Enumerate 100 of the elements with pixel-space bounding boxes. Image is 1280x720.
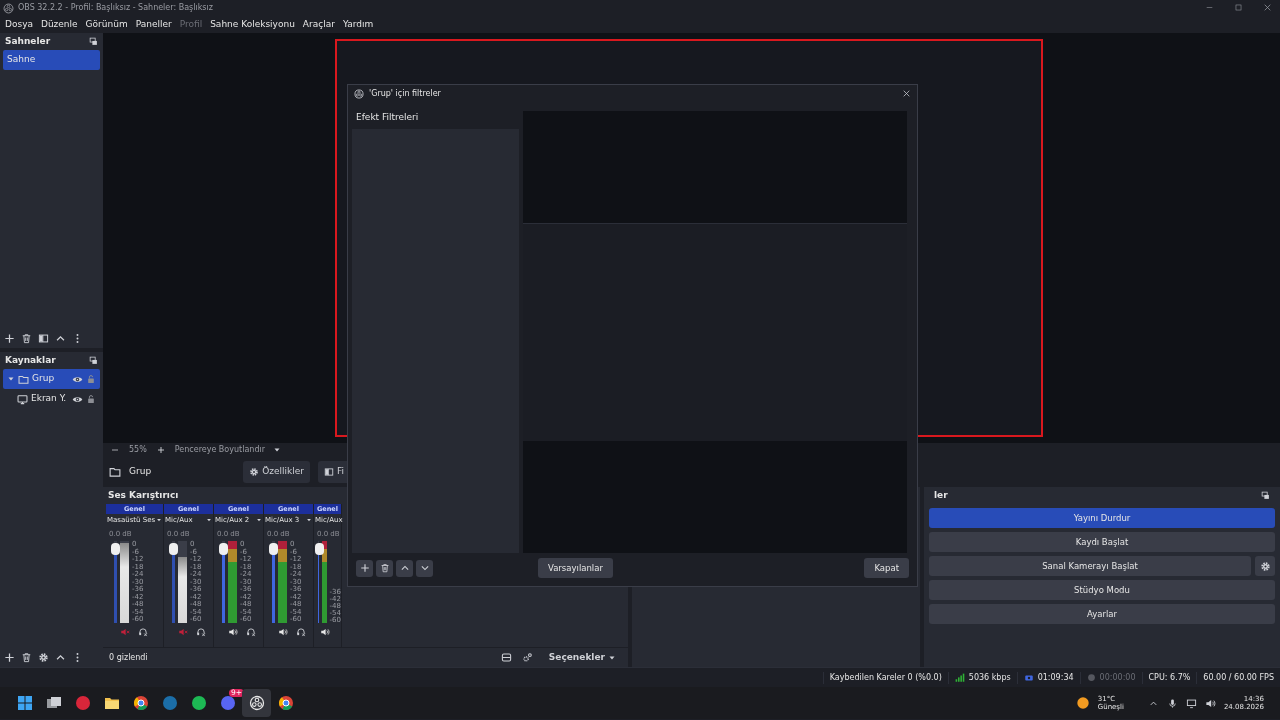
dropdown-icon xyxy=(306,517,312,524)
dropdown-icon xyxy=(273,446,281,454)
close-icon xyxy=(1263,3,1272,12)
muted-speaker-icon[interactable] xyxy=(120,627,130,637)
add-icon xyxy=(4,651,15,663)
control-button[interactable]: Sanal Kamerayı Başlat xyxy=(929,556,1251,576)
dropdown-icon xyxy=(206,517,212,524)
record-time: 00:00:00 xyxy=(1099,671,1136,684)
control-button[interactable]: Kaydı Başlat xyxy=(929,532,1275,552)
delete-icon xyxy=(21,651,32,663)
source-name: Grup xyxy=(32,372,56,386)
settings-button[interactable] xyxy=(1255,556,1275,576)
monitor-icon xyxy=(17,393,28,405)
record-icon xyxy=(1086,673,1096,682)
fader-handle[interactable] xyxy=(111,543,120,556)
menu-item[interactable]: Sahne Koleksiyonu xyxy=(210,17,295,32)
display-icon xyxy=(1185,697,1197,709)
sun-icon xyxy=(1075,696,1090,710)
close-icon xyxy=(902,89,911,98)
move-down-icon xyxy=(419,563,430,573)
app-icon xyxy=(161,695,178,711)
browser-icon xyxy=(132,695,149,711)
task-view-icon xyxy=(45,695,62,711)
menu-item[interactable]: Yardım xyxy=(342,17,374,32)
close-dialog-button[interactable]: Kapat xyxy=(864,558,909,578)
dropdown-icon xyxy=(156,517,163,524)
app-logo-icon xyxy=(3,2,14,14)
fit-dropdown[interactable]: Pencereye Boyutlandır xyxy=(174,444,281,456)
muted-speaker-icon[interactable] xyxy=(178,627,188,637)
window-title: OBS 32.2.2 - Profil: Başlıksız - Sahneler: Başlıksız xyxy=(18,2,213,14)
options-button[interactable]: Seçenekler xyxy=(542,649,622,666)
defaults-button[interactable]: Varsayılanlar xyxy=(538,558,613,578)
settings-icon xyxy=(38,651,49,663)
undock-icon xyxy=(1261,491,1270,500)
lock-icon xyxy=(86,394,96,404)
headphones-icon xyxy=(246,627,256,637)
delete-icon xyxy=(21,332,32,344)
add-icon xyxy=(359,563,370,573)
dock-title: Ses Karıştırıcı xyxy=(108,488,179,502)
speaker-icon[interactable] xyxy=(278,627,288,637)
settings-icon xyxy=(1259,560,1271,572)
music-app-icon xyxy=(190,695,207,711)
fader-handle[interactable] xyxy=(315,543,324,556)
undock-icon xyxy=(89,37,98,46)
hidden-count: 0 gizlendi xyxy=(109,651,148,664)
menu-item[interactable]: Düzenle xyxy=(40,17,78,32)
menu-item[interactable]: Görünüm xyxy=(85,17,128,32)
control-button[interactable]: Stüdyo Modu xyxy=(929,580,1275,600)
speaker-icon[interactable] xyxy=(320,627,330,637)
signal-bars-icon xyxy=(954,672,965,683)
delete-button[interactable] xyxy=(376,559,393,577)
folder-icon xyxy=(109,466,121,478)
source-item[interactable]: Grup xyxy=(3,369,100,389)
headphones-icon xyxy=(138,627,148,637)
fader-handle[interactable] xyxy=(169,543,178,556)
app-icon xyxy=(74,695,91,711)
move-up-button[interactable] xyxy=(396,559,413,577)
source-item[interactable]: Ekran Y. xyxy=(3,389,100,409)
filter-icon xyxy=(38,332,49,344)
add-button[interactable] xyxy=(356,559,373,577)
control-button[interactable]: Yayını Durdur xyxy=(929,508,1275,528)
scene-item[interactable]: Sahne xyxy=(3,50,100,70)
folder-icon xyxy=(103,695,120,711)
filter-icon xyxy=(323,467,334,477)
speaker-icon[interactable] xyxy=(228,627,238,637)
lock-icon xyxy=(86,374,96,384)
stream-time: 01:09:34 xyxy=(1037,671,1074,684)
undock-icon xyxy=(89,356,98,365)
dock-title: Kaynaklar xyxy=(5,353,56,367)
app-logo-icon xyxy=(354,89,364,99)
gear-icon xyxy=(249,467,260,477)
chat-app-icon xyxy=(219,695,236,711)
source-name: Grup xyxy=(129,465,152,479)
add-icon xyxy=(4,332,15,344)
control-button[interactable]: Ayarlar xyxy=(929,604,1275,624)
zoom-out-icon xyxy=(111,446,119,454)
move-up-icon xyxy=(399,563,410,573)
headphones-icon xyxy=(296,627,306,637)
menu-item[interactable]: Dosya xyxy=(5,17,33,32)
move-down-button[interactable] xyxy=(416,559,433,577)
menu-item[interactable]: Araçlar xyxy=(302,17,335,32)
dock-title: Sahneler xyxy=(5,34,51,48)
dropdown-icon xyxy=(256,517,262,524)
fader-handle[interactable] xyxy=(219,543,228,556)
browser-icon xyxy=(277,695,294,711)
layout-icon xyxy=(500,652,512,663)
toolbar-button[interactable]: Özellikler xyxy=(243,461,310,483)
bitrate: 5036 kbps xyxy=(968,671,1011,684)
zoom-level: 55% xyxy=(129,444,147,456)
dock-title: ler xyxy=(934,488,948,502)
start-icon xyxy=(16,695,33,711)
microphone-icon xyxy=(1166,697,1178,709)
delete-icon xyxy=(379,563,390,573)
dropped-frames: Kaybedilen Kareler 0 (%0.0) xyxy=(822,671,948,684)
section-label: Efekt Filtreleri xyxy=(355,111,420,124)
taskbar-app[interactable] xyxy=(242,689,271,717)
menu-item[interactable]: Paneller xyxy=(135,17,172,32)
fader-handle[interactable] xyxy=(269,543,278,556)
folder-icon xyxy=(18,373,29,385)
dialog-title: 'Grup' için filtreler xyxy=(369,88,442,100)
